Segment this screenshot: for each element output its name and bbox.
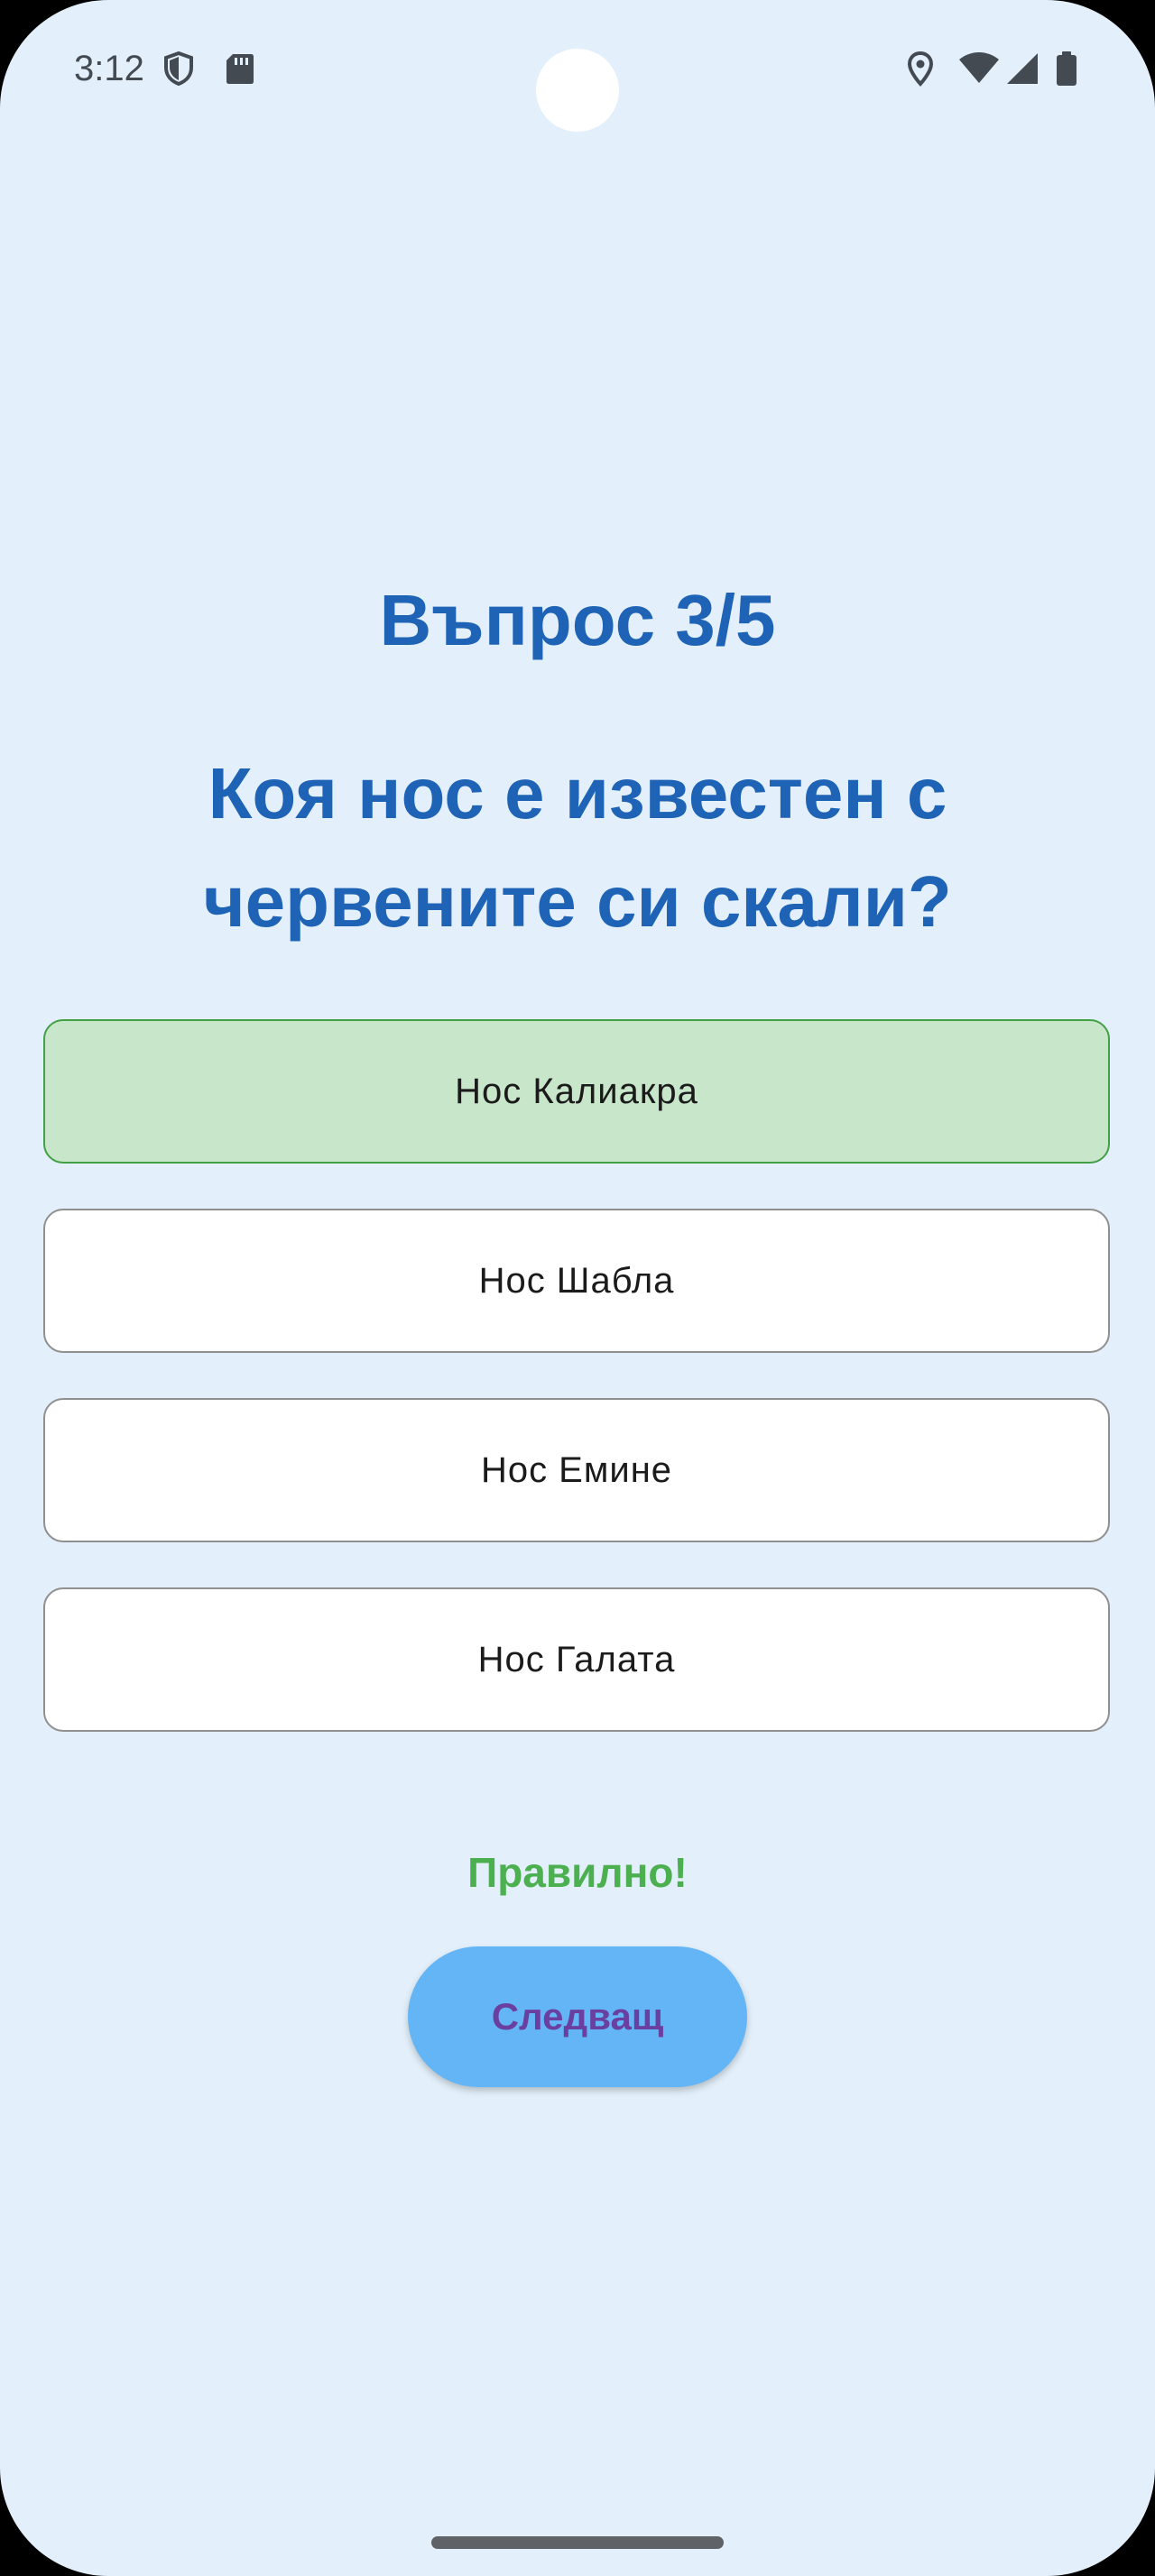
app-screen: 3:12 Въпрос 3/5 Коя нос е известен с чер… (0, 0, 1155, 2576)
question-counter: Въпрос 3/5 (379, 580, 776, 660)
answer-option-1[interactable]: Нос Калиакра (43, 1019, 1110, 1164)
status-time: 3:12 (74, 49, 144, 88)
answer-option-2[interactable]: Нос Шабла (43, 1209, 1110, 1353)
battery-icon (1057, 51, 1076, 86)
location-icon (907, 51, 934, 87)
home-indicator[interactable] (431, 2536, 724, 2549)
sd-card-icon (226, 54, 254, 84)
answer-option-3[interactable]: Нос Емине (43, 1398, 1110, 1542)
feedback-message: Правилно! (467, 1849, 688, 1896)
camera-cutout (536, 49, 619, 132)
signal-icon (1007, 53, 1038, 84)
wifi-icon (959, 52, 999, 83)
answer-option-4[interactable]: Нос Галата (43, 1587, 1110, 1732)
status-bar: 3:12 (0, 0, 1155, 144)
shield-icon (164, 51, 193, 87)
question-text: Коя нос е известен с червените си скали? (203, 753, 952, 942)
next-button[interactable]: Следващ (408, 1946, 747, 2087)
